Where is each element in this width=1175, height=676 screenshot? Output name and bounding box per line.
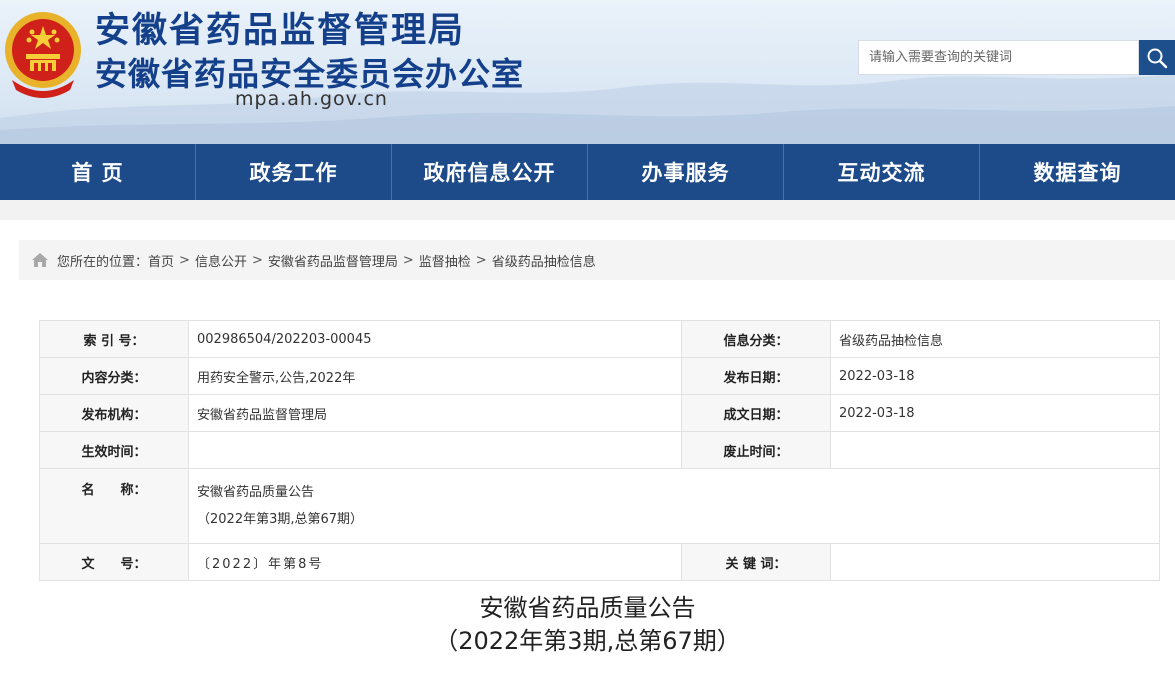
publish-date-label: 发布日期： (681, 357, 831, 395)
breadcrumb-home[interactable]: 首页 (148, 251, 174, 270)
category-label: 信息分类： (681, 320, 831, 358)
article-title-line-2: （2022年第3期,总第67期） (434, 627, 741, 655)
nav-item-info-disclosure[interactable]: 政府信息公开 (392, 144, 588, 200)
nav-item-data-query[interactable]: 数据查询 (980, 144, 1175, 200)
content-type-value: 用药安全警示,公告,2022年 (188, 357, 682, 395)
breadcrumb-current[interactable]: 省级药品抽检信息 (492, 251, 596, 270)
nav-divider (0, 200, 1175, 220)
table-row: 索 引 号： 002986504/202203-00045 信息分类： 省级药品… (39, 320, 1160, 358)
created-date-value: 2022-03-18 (830, 394, 1160, 432)
search-box (858, 40, 1139, 75)
publish-date-value: 2022-03-18 (830, 357, 1160, 395)
nav-item-services[interactable]: 办事服务 (588, 144, 784, 200)
nav-item-interaction[interactable]: 互动交流 (784, 144, 980, 200)
nav-item-government-affairs[interactable]: 政务工作 (196, 144, 392, 200)
site-title-primary: 安徽省药品监督管理局 (95, 11, 466, 51)
content-type-label: 内容分类： (39, 357, 189, 395)
publisher-label: 发布机构： (39, 394, 189, 432)
effective-time-value (188, 431, 682, 469)
site-domain: mpa.ah.gov.cn (235, 88, 388, 110)
publisher-value: 安徽省药品监督管理局 (188, 394, 682, 432)
breadcrumb-separator: > (179, 252, 190, 268)
created-date-label: 成文日期： (681, 394, 831, 432)
site-header: 安徽省药品监督管理局 安徽省药品安全委员会办公室 mpa.ah.gov.cn (0, 0, 1175, 144)
national-emblem-icon (5, 12, 81, 98)
article-title: 安徽省药品质量公告 （2022年第3期,总第67期） (0, 592, 1175, 658)
breadcrumb-agency[interactable]: 安徽省药品监督管理局 (268, 251, 398, 270)
nav-item-home[interactable]: 首 页 (0, 144, 196, 200)
keywords-value (830, 543, 1160, 581)
article-title-line-1: 安徽省药品质量公告 (479, 594, 696, 622)
breadcrumb-prefix: 您所在的位置： (57, 254, 149, 270)
doc-number-value: 〔2022〕年第8号 (188, 543, 682, 581)
document-info-table: 索 引 号： 002986504/202203-00045 信息分类： 省级药品… (39, 320, 1160, 581)
main-nav: 首 页 政务工作 政府信息公开 办事服务 互动交流 数据查询 (0, 144, 1175, 200)
breadcrumb-separator: > (402, 252, 414, 268)
expire-time-label: 废止时间： (681, 431, 831, 469)
table-row: 发布机构： 安徽省药品监督管理局 成文日期： 2022-03-18 (39, 394, 1160, 432)
breadcrumb: 您所在的位置： 首页 > 信息公开 > 安徽省药品监督管理局 > 监督抽检 > … (19, 240, 1175, 280)
index-value: 002986504/202203-00045 (188, 320, 682, 358)
name-label: 名 称： (39, 468, 189, 544)
table-row: 生效时间： 废止时间： (39, 431, 1160, 469)
breadcrumb-info-disclosure[interactable]: 信息公开 (195, 251, 247, 270)
search-input[interactable] (859, 41, 1138, 74)
keywords-label: 关 键 词： (681, 543, 831, 581)
table-row: 名 称： 安徽省药品质量公告 （2022年第3期,总第67期） (39, 468, 1160, 544)
search-button[interactable] (1139, 40, 1175, 75)
home-icon (31, 252, 49, 268)
breadcrumb-separator: > (251, 252, 263, 268)
table-row: 文 号： 〔2022〕年第8号 关 键 词： (39, 543, 1160, 581)
name-line-1: 安徽省药品质量公告 (197, 485, 315, 500)
breadcrumb-separator: > (475, 252, 487, 268)
breadcrumb-supervision[interactable]: 监督抽检 (419, 251, 471, 270)
effective-time-label: 生效时间： (39, 431, 189, 469)
doc-number-label: 文 号： (39, 543, 189, 581)
category-value: 省级药品抽检信息 (830, 320, 1160, 358)
name-line-2: （2022年第3期,总第67期） (197, 512, 364, 527)
table-row: 内容分类： 用药安全警示,公告,2022年 发布日期： 2022-03-18 (39, 357, 1160, 395)
index-label: 索 引 号： (39, 320, 189, 358)
expire-time-value (830, 431, 1160, 469)
name-value: 安徽省药品质量公告 （2022年第3期,总第67期） (188, 468, 1160, 544)
search-icon (1147, 48, 1168, 68)
